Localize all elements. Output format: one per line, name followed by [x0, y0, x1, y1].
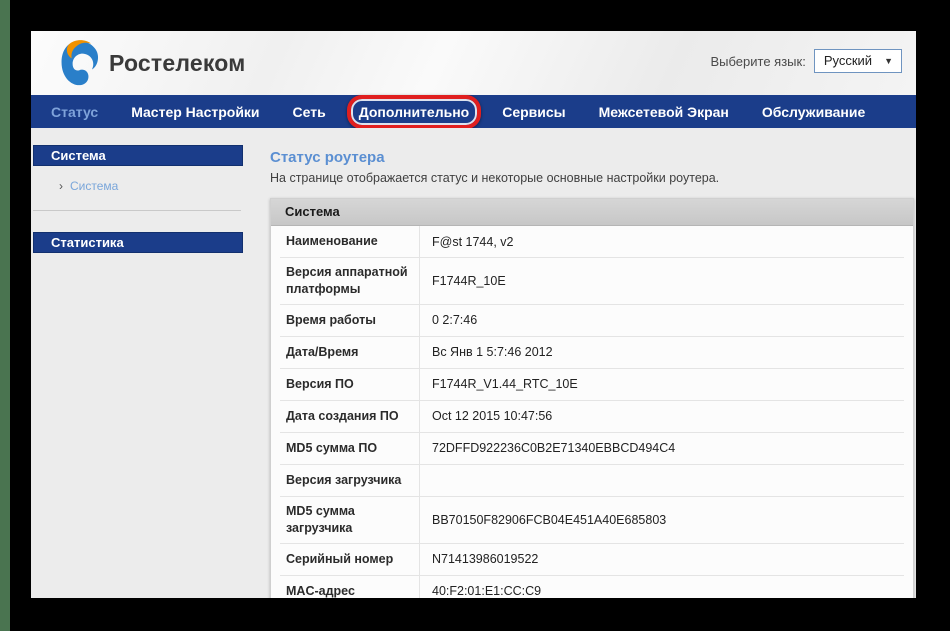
row-value: F@st 1744, v2 — [432, 234, 514, 249]
sidebar-links: › Система — [31, 166, 253, 197]
page-subtitle: На странице отображается статус и некото… — [270, 171, 720, 185]
sidebar-link-label: Система — [70, 179, 119, 193]
table-row: Дата создания ПО Oct 12 2015 10:47:56 — [280, 400, 904, 433]
sidebar: Система › Система Статистика — [31, 128, 253, 598]
table-row: MAC-адрес 40:F2:01:E1:CC:C9 — [280, 575, 904, 598]
nav-tab-6[interactable]: Обслуживание — [762, 104, 865, 120]
row-value: 40:F2:01:E1:CC:C9 — [432, 584, 542, 598]
table-row: Дата/Время Вс Янв 1 5:7:46 2012 — [280, 336, 904, 369]
nav-tab-2[interactable]: Сеть — [293, 104, 326, 120]
row-value: Oct 12 2015 10:47:56 — [432, 409, 553, 424]
row-label: Наименование — [280, 226, 420, 257]
language-area: Выберите язык: Русский ▼ — [710, 49, 902, 73]
table-row: Наименование F@st 1744, v2 — [280, 226, 904, 258]
row-label: Версия ПО — [280, 368, 420, 400]
sidebar-section-header-0: Система — [33, 145, 243, 166]
status-table-panel: Система Наименование F@st 1744, v2 Версия … — [270, 198, 914, 598]
screenshot-canvas: Ростелеком Выберите язык: Русский ▼ Стат… — [0, 0, 950, 631]
router-admin-page: Ростелеком Выберите язык: Русский ▼ Стат… — [31, 31, 916, 598]
row-label: Дата/Время — [280, 336, 420, 368]
row-label: Время работы — [280, 304, 420, 336]
row-label: MD5 сумма загрузчика — [280, 496, 420, 543]
row-label: Дата создания ПО — [280, 400, 420, 432]
sidebar-divider — [33, 210, 241, 211]
row-label: MD5 сумма ПО — [280, 432, 420, 464]
annotation-ring — [346, 94, 482, 129]
language-label: Выберите язык: — [710, 53, 806, 69]
table-row: Версия ПО F1744R_V1.44_RTC_10E — [280, 368, 904, 401]
row-value: 72DFFD922236C0B2E71340EBBCD494C4 — [432, 441, 676, 456]
status-table: Наименование F@st 1744, v2 Версия аппаратн… — [280, 226, 904, 598]
table-row: MD5 сумма ПО 72DFFD922236C0B2E71340EBBCD4… — [280, 432, 904, 465]
row-value: BB70150F82906FCB04E451A40E685803 — [432, 512, 667, 527]
table-row: Время работы 0 2:7:46 — [280, 304, 904, 337]
desktop-edge-strip — [0, 0, 10, 631]
nav-tab-3[interactable]: Дополнительно — [346, 94, 482, 129]
table-row: Серийный номер N71413986019522 — [280, 543, 904, 576]
table-row: Версия аппаратной платформы F1744R_10E — [280, 258, 904, 305]
row-value: F1744R_10E — [432, 273, 506, 288]
row-value: 0 2:7:46 — [432, 313, 478, 328]
row-label: Серийный номер — [280, 543, 420, 575]
rostelecom-logo: Ростелеком — [57, 39, 245, 87]
dropdown-arrow-icon: ▼ — [884, 55, 893, 66]
table-section-header: Система — [271, 199, 913, 226]
page-title: Статус роутера — [270, 149, 385, 166]
row-value: Вс Янв 1 5:7:46 2012 — [432, 345, 553, 360]
main-navigation: Статус Мастер Настройки Сеть Дополнительно С… — [31, 94, 916, 129]
main-panel: Статус роутера На странице отображается … — [253, 128, 916, 598]
sidebar-section-header-1: Статистика — [33, 232, 243, 253]
page-header: Ростелеком Выберите язык: Русский ▼ — [31, 31, 916, 95]
row-label: Версия аппаратной платформы — [280, 258, 420, 304]
row-label: MAC-адрес — [280, 575, 420, 598]
brand-name: Ростелеком — [109, 49, 246, 76]
row-value: N71413986019522 — [432, 552, 539, 566]
nav-tab-1[interactable]: Мастер Настройки — [131, 104, 259, 120]
language-select[interactable]: Русский ▼ — [813, 49, 902, 73]
row-value — [420, 465, 904, 496]
nav-tab-5[interactable]: Межсетевой Экран — [599, 104, 729, 120]
table-row: MD5 сумма загрузчика BB70150F82906FCB04E4… — [280, 496, 904, 544]
content-area: Система › Система Статистика Статус роутера… — [31, 128, 916, 598]
sidebar-link-система[interactable]: › Система — [59, 179, 118, 193]
nav-tab-0[interactable]: Статус — [51, 104, 98, 120]
rostelecom-logo-icon — [61, 40, 99, 86]
arrow-bullet-icon: › — [59, 179, 63, 193]
table-row: Версия загрузчика — [280, 464, 904, 497]
nav-tab-4[interactable]: Сервисы — [502, 104, 565, 120]
row-value: F1744R_V1.44_RTC_10E — [432, 377, 578, 392]
row-label: Версия загрузчика — [280, 464, 420, 496]
language-selected-value: Русский — [823, 53, 873, 68]
